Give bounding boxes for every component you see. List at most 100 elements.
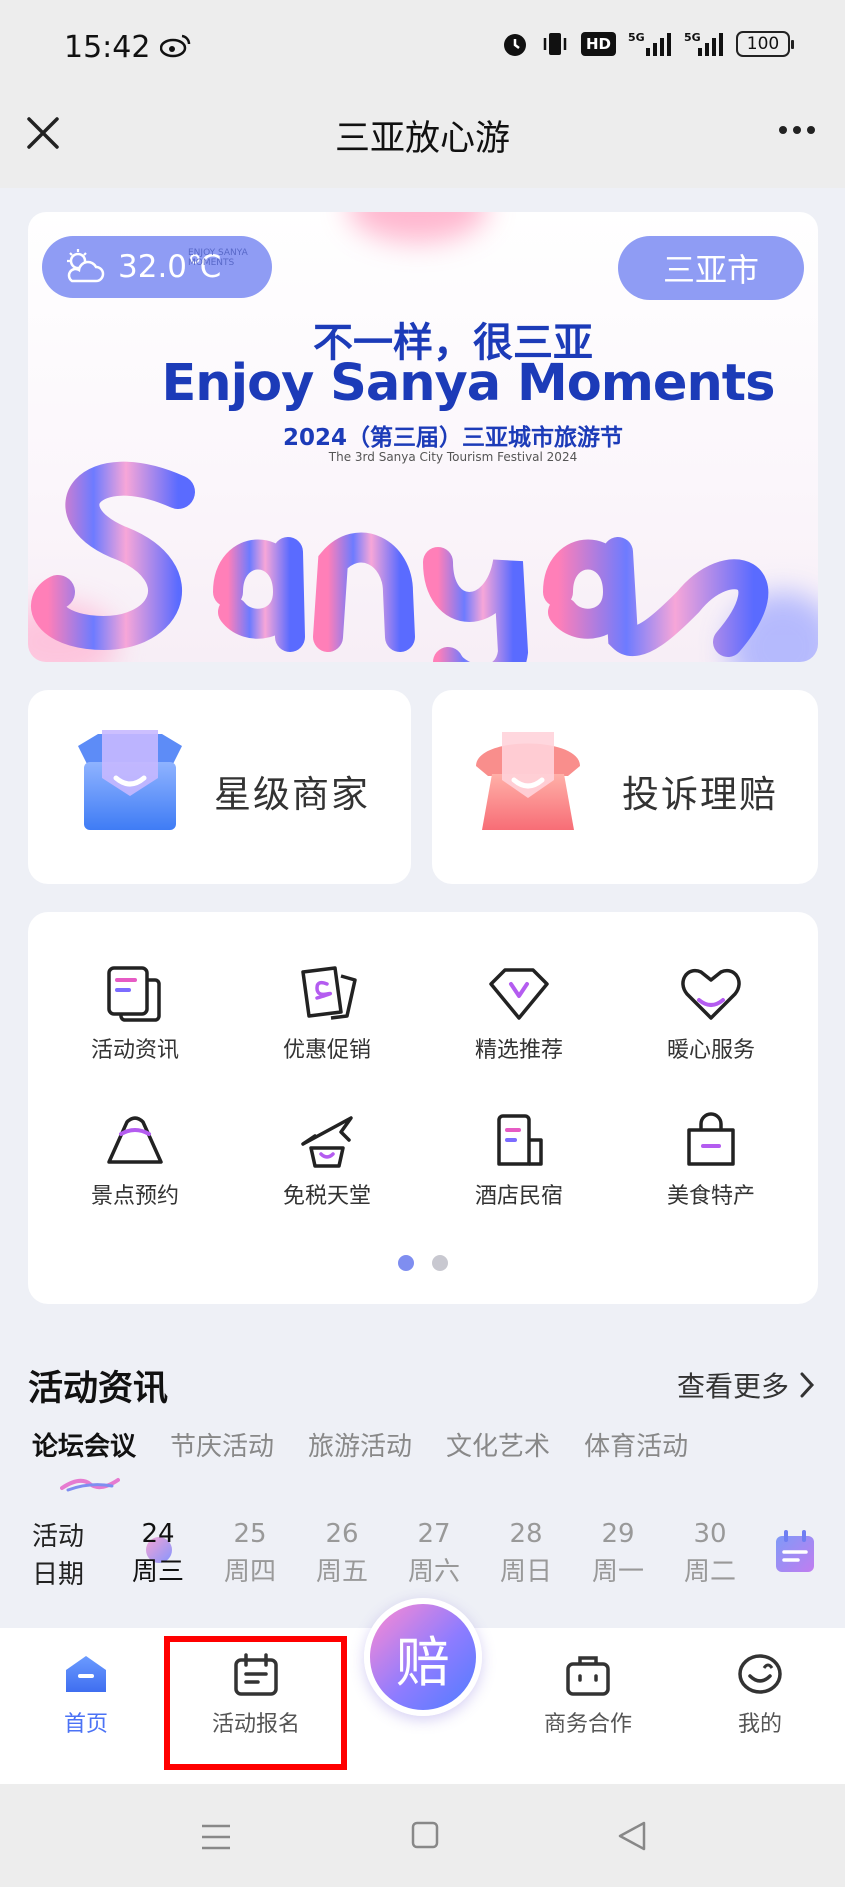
banner-festival-subtitle: The 3rd Sanya City Tourism Festival 2024 [328, 450, 578, 464]
tabbar-label: 首页 [63, 1712, 108, 1737]
date-weekday: 周六 [407, 1557, 460, 1587]
diamond-icon [489, 968, 549, 1020]
date-weekday: 周日 [499, 1557, 552, 1587]
page-title: 三亚放心游 [334, 119, 510, 159]
star-merchant-label: 星级商家 [214, 773, 370, 816]
view-more-label: 查看更多 [676, 1370, 789, 1403]
date-weekday: 周三 [131, 1557, 184, 1587]
vibrate-icon [543, 33, 567, 55]
mountain-icon [107, 1116, 163, 1164]
signal-5g-icon-2: 5G [684, 31, 723, 56]
signal-5g-icon: 5G [628, 31, 671, 56]
date-item[interactable]: 27 周六 [398, 1515, 470, 1591]
news-icon [107, 966, 161, 1022]
pager-dot-active[interactable] [398, 1255, 414, 1271]
shopping-bag-icon [687, 1112, 735, 1166]
star-merchant-card[interactable]: 星级商家 [28, 690, 411, 884]
date-weekday: 周五 [315, 1557, 368, 1587]
alarm-icon [503, 34, 526, 56]
date-day: 28 [509, 1519, 543, 1549]
date-item[interactable]: 29 周一 [582, 1515, 654, 1591]
grid-item-news[interactable]: 活动资讯 [40, 964, 230, 1064]
hero-banner[interactable]: 32.0℃ ENJOY SANYA MOMENTS 三亚市 不一样，很三亚 En… [28, 212, 818, 662]
tabbar-profile[interactable]: 我的 [690, 1652, 830, 1738]
status-icons: HD 5G 5G 100 [501, 30, 794, 58]
date-item[interactable]: 24 周三 [122, 1515, 194, 1591]
coupon-icon [301, 966, 357, 1020]
date-day: 27 [417, 1519, 451, 1549]
date-day: 26 [325, 1519, 359, 1549]
phone-shield-icon [476, 732, 580, 830]
date-day: 24 [141, 1519, 175, 1549]
grid-label: 活动资讯 [90, 1038, 179, 1063]
tabbar-label: 我的 [737, 1712, 782, 1737]
grid-item-hotel[interactable]: 酒店民宿 [424, 1110, 614, 1210]
briefcase-icon [566, 1656, 610, 1696]
hotel-icon [497, 1114, 543, 1166]
grid-item-featured[interactable]: 精选推荐 [424, 964, 614, 1064]
date-weekday: 周一 [591, 1557, 644, 1587]
grid-item-food[interactable]: 美食特产 [616, 1110, 806, 1210]
banner-festival-title: 2024（第三届）三亚城市旅游节 [282, 425, 623, 451]
svg-text:5G: 5G [684, 31, 701, 44]
shop-shield-icon [78, 730, 182, 830]
highlight-box [164, 1636, 347, 1770]
heart-icon [681, 968, 741, 1020]
grid-label: 优惠促销 [282, 1038, 371, 1063]
section-title: 活动资讯 [28, 1369, 169, 1409]
date-item[interactable]: 25 周四 [214, 1515, 286, 1591]
tabbar-label: 商务合作 [543, 1712, 632, 1737]
city-selector[interactable]: 三亚市 [618, 236, 804, 300]
weibo-icon [160, 34, 191, 58]
pager-dots [398, 1255, 448, 1271]
tab-underline [60, 1478, 120, 1492]
complaint-claim-card[interactable]: 投诉理赔 [432, 690, 818, 884]
grid-label: 暖心服务 [666, 1038, 755, 1063]
date-item[interactable]: 30 周二 [674, 1515, 746, 1591]
service-grid: 活动资讯 优惠促销 精选推荐 暖心服务 景点预约 免税天堂 酒店民宿 美食特产 [28, 912, 818, 1304]
banner-headline-en: Enjoy Sanya Moments [161, 354, 775, 413]
grid-label: 免税天堂 [282, 1184, 371, 1209]
plane-bag-icon [301, 1116, 353, 1168]
complaint-claim-label: 投诉理赔 [622, 773, 778, 816]
banner-blob [348, 212, 488, 242]
tab-culture[interactable]: 文化艺术 [446, 1426, 550, 1463]
tab-sports[interactable]: 体育活动 [584, 1426, 688, 1463]
home-nav-icon[interactable] [410, 1820, 440, 1850]
grid-item-duty-free[interactable]: 免税天堂 [232, 1110, 422, 1210]
grid-item-care[interactable]: 暖心服务 [616, 964, 806, 1064]
date-day: 29 [601, 1519, 635, 1549]
home-icon [66, 1656, 106, 1692]
chevron-right-icon [800, 1372, 815, 1398]
calendar-picker-icon[interactable] [774, 1530, 816, 1574]
tab-forum[interactable]: 论坛会议 [32, 1426, 136, 1463]
profile-icon [738, 1654, 782, 1694]
status-time: 15:42 [64, 30, 151, 65]
pager-dot[interactable] [432, 1255, 448, 1271]
menu-nav-icon[interactable] [200, 1822, 232, 1852]
claim-fab-button[interactable]: 赔 [364, 1598, 482, 1716]
tab-festival[interactable]: 节庆活动 [170, 1426, 274, 1463]
date-item[interactable]: 28 周日 [490, 1515, 562, 1591]
view-more-link[interactable]: 查看更多 [677, 1365, 815, 1405]
activity-tabs: 论坛会议 节庆活动 旅游活动 文化艺术 体育活动 [32, 1426, 688, 1463]
cloud-sun-icon [67, 249, 105, 283]
date-weekday: 周二 [683, 1557, 736, 1587]
tabbar-home[interactable]: 首页 [16, 1652, 156, 1738]
date-day: 25 [233, 1519, 267, 1549]
back-nav-icon[interactable] [616, 1820, 648, 1852]
tab-tourism[interactable]: 旅游活动 [308, 1426, 412, 1463]
system-nav-bar [0, 1784, 845, 1887]
more-icon[interactable] [779, 126, 815, 134]
grid-item-coupon[interactable]: 优惠促销 [232, 964, 422, 1064]
date-item[interactable]: 26 周五 [306, 1515, 378, 1591]
grid-item-attraction[interactable]: 景点预约 [40, 1110, 230, 1210]
grid-label: 美食特产 [666, 1184, 755, 1209]
tabbar-business[interactable]: 商务合作 [518, 1652, 658, 1738]
hd-badge: HD [580, 32, 616, 56]
date-day: 30 [693, 1519, 727, 1549]
grid-label: 景点预约 [90, 1184, 179, 1209]
grid-label: 精选推荐 [474, 1038, 563, 1063]
festival-logo: ENJOY SANYA MOMENTS [188, 248, 248, 268]
svg-text:5G: 5G [628, 31, 645, 44]
